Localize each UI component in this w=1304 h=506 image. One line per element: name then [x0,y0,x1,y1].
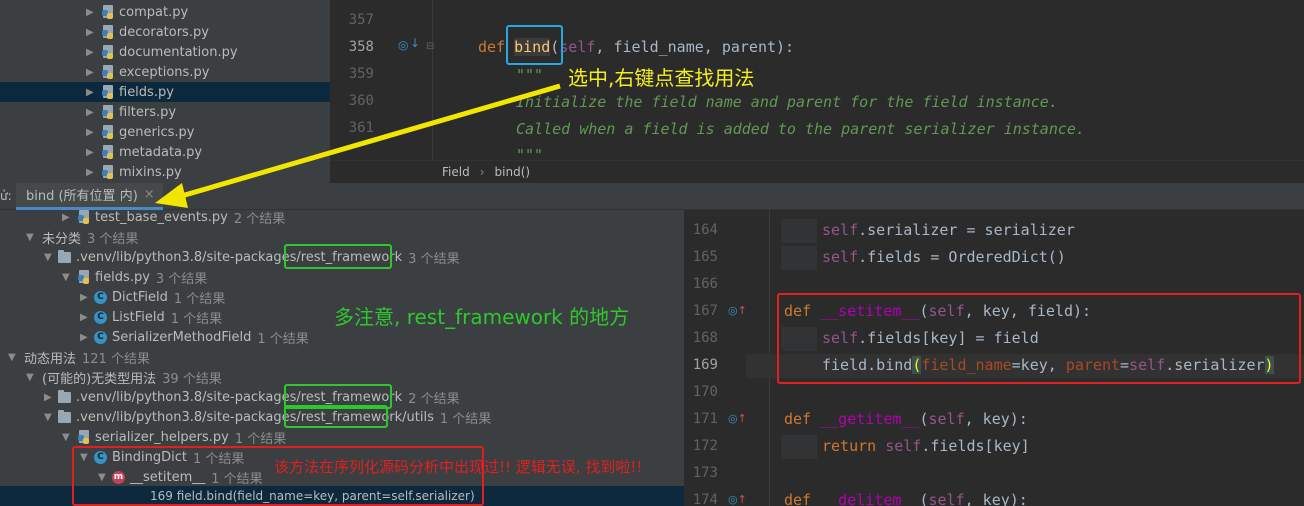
found-note: 该方法在序列化源码分析中出现过!! 逻辑无误, 找到啦!! [274,458,643,476]
rest-framework-note: 多注意, rest_framework 的地方 [334,305,630,329]
arrow-shaft [177,83,561,200]
right-click-note: 选中,右键点查找用法 [568,66,755,90]
arrow-head [155,183,188,208]
